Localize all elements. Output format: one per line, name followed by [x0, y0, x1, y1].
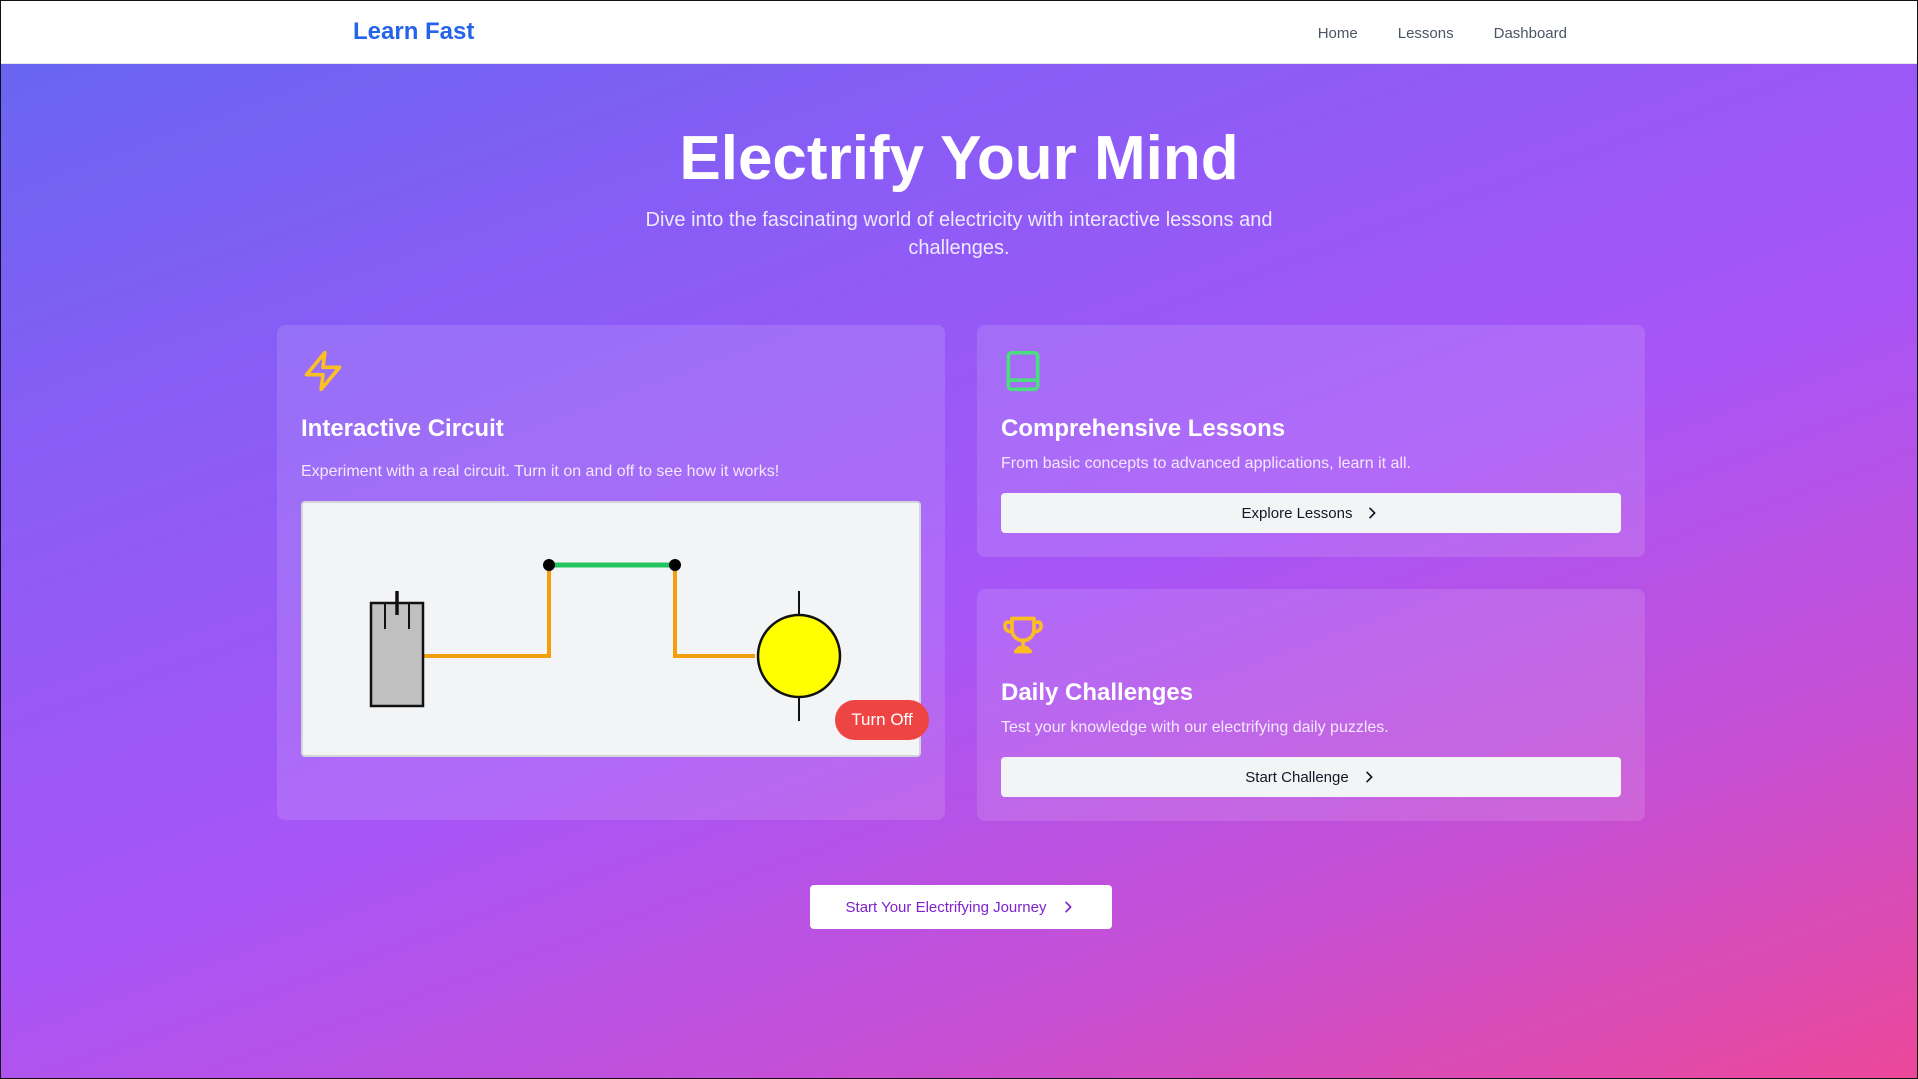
lightning-icon [301, 349, 345, 393]
daily-challenges-card: Daily Challenges Test your knowledge wit… [977, 589, 1645, 821]
button-label: Explore Lessons [1241, 504, 1353, 522]
card-description: Experiment with a real circuit. Turn it … [301, 463, 780, 480]
circuit-diagram: Turn Off [301, 501, 929, 757]
wire-right [673, 565, 755, 658]
nav-link-lessons[interactable]: Lessons [1398, 25, 1454, 42]
light-bulb [756, 613, 842, 699]
hero-subtitle: Dive into the fascinating world of elect… [645, 209, 1273, 259]
hero-title: Electrify Your Mind [679, 124, 1239, 193]
interactive-circuit-card: Interactive Circuit Experiment with a re… [277, 325, 945, 820]
chevron-right-icon [1369, 507, 1376, 519]
nav-link-dashboard[interactable]: Dashboard [1494, 25, 1567, 42]
comprehensive-lessons-card: Comprehensive Lessons From basic concept… [977, 325, 1645, 557]
switch-node-left [543, 559, 555, 571]
turn-off-button[interactable]: Turn Off [835, 700, 929, 740]
card-description: From basic concepts to advanced applicat… [1001, 455, 1411, 472]
nav-link-home[interactable]: Home [1318, 25, 1358, 42]
card-title: Comprehensive Lessons [1001, 415, 1286, 442]
trophy-icon [1001, 613, 1045, 657]
circuit-svg [369, 559, 842, 721]
brand-logo[interactable]: Learn Fast [353, 18, 474, 46]
switch-node-right [669, 559, 681, 571]
start-challenge-button[interactable]: Start Challenge [1001, 757, 1621, 797]
chevron-right-icon [1365, 771, 1373, 783]
button-label: Start Your Electrifying Journey [845, 898, 1047, 916]
start-journey-button[interactable]: Start Your Electrifying Journey [810, 885, 1112, 929]
book-icon [1001, 349, 1045, 393]
card-title: Daily Challenges [1001, 679, 1194, 706]
button-label: Start Challenge [1245, 768, 1349, 786]
card-title: Interactive Circuit [301, 415, 504, 442]
card-description: Test your knowledge with our electrifyin… [1001, 719, 1389, 736]
top-navbar: Learn Fast Home Lessons Dashboard [1, 1, 1917, 64]
battery [369, 601, 425, 708]
chevron-right-icon [1065, 901, 1072, 913]
explore-lessons-button[interactable]: Explore Lessons [1001, 493, 1621, 533]
nav-links: Home Lessons Dashboard [1318, 25, 1567, 42]
wire-left [423, 565, 551, 658]
